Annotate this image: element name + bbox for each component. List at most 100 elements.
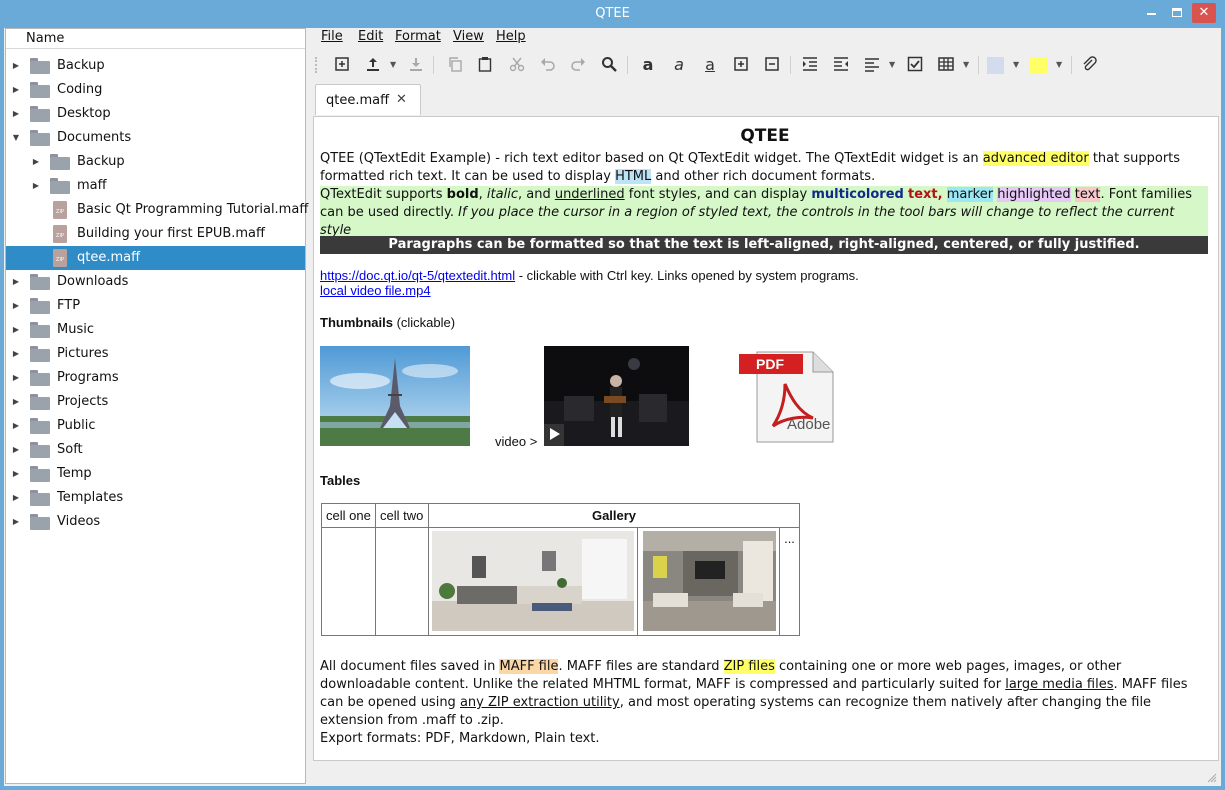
collapsed-arrow-icon[interactable]: ▶ [11,78,21,102]
table-dropdown-icon[interactable]: ▼ [963,56,969,74]
zoom-in-icon[interactable] [732,56,750,74]
align-dropdown-icon[interactable]: ▼ [889,56,895,74]
tree-item-label: Videos [57,514,101,529]
tree-item[interactable]: ▶ Backup [6,150,305,174]
tree-item-label: Temp [57,466,92,481]
close-tab-icon[interactable]: ✕ [396,92,407,107]
underline-icon[interactable]: a [701,56,719,74]
minimize-button[interactable] [1140,3,1162,23]
tree-item[interactable]: ZIP qtee.maff [6,246,305,270]
tree-item[interactable]: ▶ Templates [6,486,305,510]
close-window-button[interactable]: ✕ [1192,3,1216,23]
collapsed-arrow-icon[interactable]: ▶ [11,102,21,126]
collapsed-arrow-icon[interactable]: ▶ [11,318,21,342]
paste-icon[interactable] [476,56,494,74]
collapsed-arrow-icon[interactable]: ▶ [11,342,21,366]
new-document-icon[interactable] [333,56,351,74]
align-icon[interactable] [863,56,881,74]
tree-item[interactable]: ▼ Documents [6,126,305,150]
collapsed-arrow-icon[interactable]: ▶ [11,438,21,462]
copy-icon[interactable] [446,56,464,74]
tree-item[interactable]: ▶ Backup [6,54,305,78]
tab-qtee-maff[interactable]: qtee.maff ✕ [315,84,421,115]
search-icon[interactable] [600,56,618,74]
collapsed-arrow-icon[interactable]: ▶ [11,390,21,414]
collapsed-arrow-icon[interactable]: ▶ [31,150,41,174]
tree-item[interactable]: ▶ Coding [6,78,305,102]
zoom-out-icon[interactable] [763,56,781,74]
tree-item[interactable]: ▶ Soft [6,438,305,462]
file-tree[interactable]: Name ▶ Backup ▶ Coding ▶ Desktop ▼ Documents ▶ Ba… [5,28,308,784]
tree-item[interactable]: ZIP Building your first EPUB.maff [6,222,305,246]
menu-format[interactable]: Format [395,28,441,45]
expanded-arrow-icon[interactable]: ▼ [11,126,21,150]
collapsed-arrow-icon[interactable]: ▶ [11,294,21,318]
eiffel-tower-thumbnail[interactable] [320,346,470,446]
tree-item[interactable]: ▶ Music [6,318,305,342]
table-cell: cell one [321,503,376,528]
menu-help[interactable]: Help [496,28,526,45]
table-cell: ... [779,527,800,636]
bold-icon[interactable]: a [639,56,657,74]
indent-icon[interactable] [801,56,819,74]
cut-icon[interactable] [508,56,526,74]
collapsed-arrow-icon[interactable]: ▶ [11,270,21,294]
zip-file-icon: ZIP [53,201,67,219]
pdf-thumbnail[interactable]: PDF Adobe [739,350,835,444]
resize-grip[interactable] [1207,772,1217,783]
collapsed-arrow-icon[interactable]: ▶ [11,486,21,510]
tab-label: qtee.maff [326,93,390,108]
table-icon[interactable] [937,56,955,74]
attach-icon[interactable] [1080,56,1098,74]
tree-item[interactable]: ZIP Basic Qt Programming Tutorial.maff [6,198,308,222]
tree-column-header[interactable]: Name [6,29,305,49]
living-room-image-1[interactable] [432,531,634,631]
tree-item[interactable]: ▶ Temp [6,462,305,486]
tab-bar: qtee.maff ✕ [311,84,1221,115]
upload-dropdown-icon[interactable]: ▼ [390,56,396,74]
export-formats: Export formats: PDF, Markdown, Plain tex… [320,731,600,746]
tree-item[interactable]: ▶ Public [6,414,305,438]
text-color-icon[interactable] [987,57,1004,74]
tree-item[interactable]: ▶ Programs [6,366,305,390]
tree-item[interactable]: ▶ maff [6,174,305,198]
tree-item[interactable]: ▶ Projects [6,390,305,414]
tree-item-label: Backup [77,154,125,169]
toolbar-grip[interactable] [315,57,318,73]
folder-icon [50,154,70,170]
collapsed-arrow-icon[interactable]: ▶ [11,54,21,78]
undo-icon[interactable] [539,56,557,74]
collapsed-arrow-icon[interactable]: ▶ [11,510,21,534]
tree-item[interactable]: ▶ FTP [6,294,305,318]
video-thumbnail[interactable] [544,346,689,446]
menu-file[interactable]: File [321,28,343,45]
upload-icon[interactable] [364,56,382,74]
highlight-color-dropdown-icon[interactable]: ▼ [1056,56,1062,74]
outdent-icon[interactable] [832,56,850,74]
rich-text-editor[interactable]: QTEE QTEE (QTextEdit Example) - rich tex… [313,116,1219,761]
download-icon[interactable] [407,56,425,74]
tree-item[interactable]: ▶ Desktop [6,102,305,126]
tree-item-label: Downloads [57,274,129,289]
local-video-link[interactable]: local video file.mp4 [320,283,431,298]
highlight-color-icon[interactable] [1030,57,1047,74]
zip-file-icon: ZIP [53,249,67,267]
checkbox-icon[interactable] [906,56,924,74]
text-color-dropdown-icon[interactable]: ▼ [1013,56,1019,74]
collapsed-arrow-icon[interactable]: ▶ [31,174,41,198]
collapsed-arrow-icon[interactable]: ▶ [11,462,21,486]
tree-item[interactable]: ▶ Downloads [6,270,305,294]
tree-item-label: Backup [57,58,105,73]
qtextedit-doc-link[interactable]: https://doc.qt.io/qt-5/qtextedit.html [320,268,515,283]
maximize-button[interactable] [1166,3,1188,23]
italic-icon[interactable]: a [670,56,688,74]
toolbar-separator [978,56,979,74]
menu-view[interactable]: View [453,28,484,45]
collapsed-arrow-icon[interactable]: ▶ [11,366,21,390]
collapsed-arrow-icon[interactable]: ▶ [11,414,21,438]
redo-icon[interactable] [569,56,587,74]
living-room-image-2[interactable] [643,531,776,631]
tree-item[interactable]: ▶ Pictures [6,342,305,366]
menu-edit[interactable]: Edit [358,28,383,45]
tree-item[interactable]: ▶ Videos [6,510,305,534]
